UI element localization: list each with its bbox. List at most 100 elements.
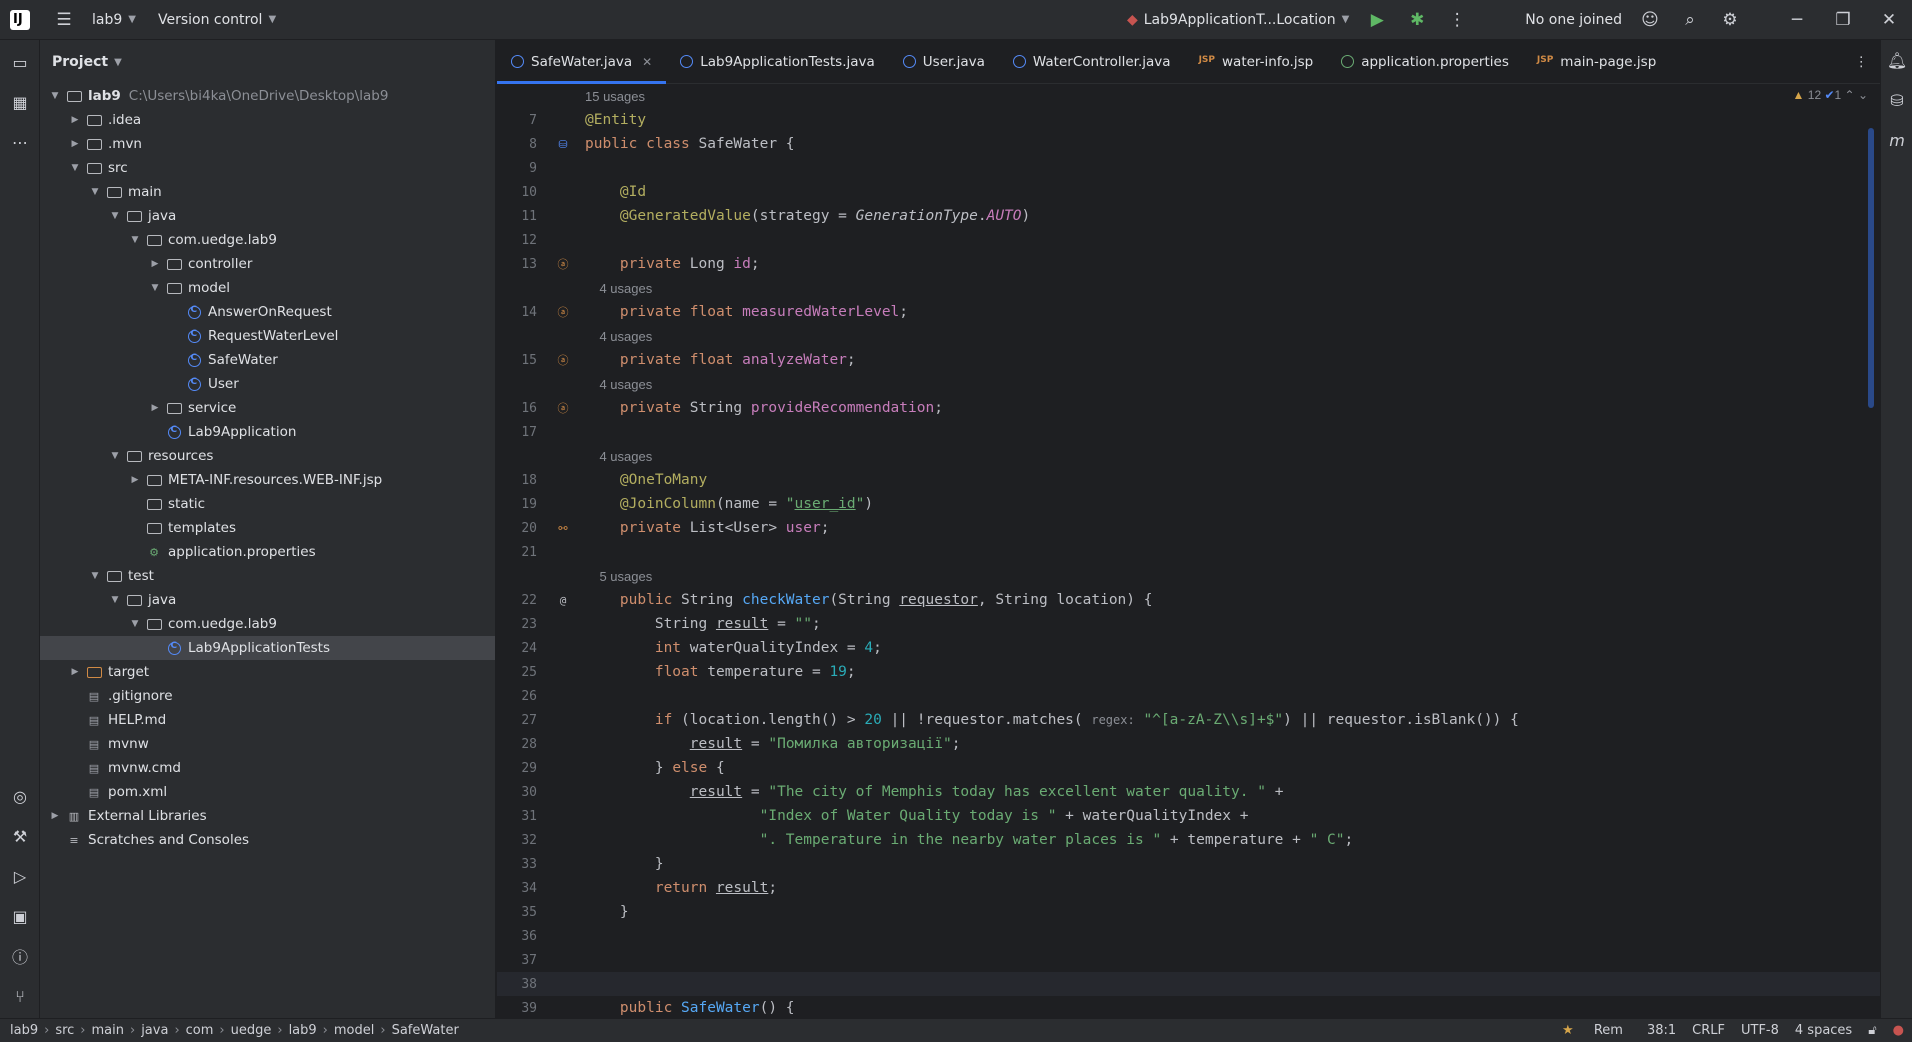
database-icon[interactable]: ⛁ (1881, 80, 1912, 120)
editor-scrollbar[interactable] (1868, 128, 1874, 408)
breadcrumb-item[interactable]: src (55, 1023, 74, 1038)
maven-icon[interactable]: m (1881, 120, 1912, 160)
tree-item[interactable]: Lab9Application (40, 420, 495, 444)
code-with-me-button[interactable]: No one joined (1517, 6, 1630, 34)
close-window-icon[interactable]: ✕ (1866, 0, 1912, 40)
git-icon[interactable]: ⑂ (0, 976, 40, 1016)
tree-item[interactable]: ▤ mvnw.cmd (40, 756, 495, 780)
tree-item[interactable]: ▼ com.uedge.lab9 (40, 228, 495, 252)
tree-item[interactable]: ▶ controller (40, 252, 495, 276)
problems-icon[interactable]: ⓘ (0, 936, 40, 976)
tree-item[interactable]: User (40, 372, 495, 396)
chevron-down-icon[interactable]: ▼ (88, 187, 102, 197)
tree-item[interactable]: ▤ .gitignore (40, 684, 495, 708)
caret-position[interactable]: 38:1 (1647, 1023, 1676, 1038)
chevron-down-icon[interactable]: ▼ (108, 451, 122, 461)
project-tool-icon[interactable]: ▭ (0, 42, 40, 82)
build-icon[interactable]: ⚒ (0, 816, 40, 856)
error-indicator-icon[interactable]: ● (1893, 1023, 1904, 1038)
breadcrumb-item[interactable]: lab9 (289, 1023, 317, 1038)
tree-item[interactable]: templates (40, 516, 495, 540)
editor-tab[interactable]: application.properties (1327, 40, 1523, 83)
tree-item[interactable]: ▤ mvnw (40, 732, 495, 756)
chevron-right-icon[interactable]: ▶ (128, 475, 142, 485)
chevron-down-icon[interactable]: ▼ (128, 235, 142, 245)
breadcrumb-item[interactable]: lab9 (10, 1023, 38, 1038)
settings-gear-icon[interactable]: ⚙ (1710, 0, 1750, 40)
chevron-right-icon[interactable]: ▶ (148, 259, 162, 269)
tree-item[interactable]: ▼ model (40, 276, 495, 300)
main-menu-icon[interactable]: ☰ (44, 0, 84, 40)
editor-tab[interactable]: WaterController.java (999, 40, 1185, 83)
lock-icon[interactable]: 🔓︎ (1868, 1023, 1876, 1038)
inspection-widget[interactable]: ▲ 12 ✔1 ⌃ ⌄ (1793, 88, 1868, 102)
editor-tab[interactable]: SafeWater.java ✕ (497, 40, 667, 84)
chevron-down-icon[interactable]: ▼ (148, 283, 162, 293)
breadcrumb-item[interactable]: SafeWater (392, 1023, 459, 1038)
vcs-menu[interactable]: Version control ▼ (150, 6, 284, 34)
indent-setting[interactable]: 4 spaces (1795, 1023, 1852, 1038)
tree-item[interactable]: ▤ pom.xml (40, 780, 495, 804)
chevron-right-icon[interactable]: ▶ (48, 811, 62, 821)
tree-item[interactable]: static (40, 492, 495, 516)
tree-item[interactable]: ⚙ application.properties (40, 540, 495, 564)
run-icon[interactable]: ▶ (1357, 0, 1397, 40)
structure-tool-icon[interactable]: ▦ (0, 82, 40, 122)
minimize-window-icon[interactable]: ─ (1774, 0, 1820, 40)
breadcrumb-item[interactable]: com (186, 1023, 214, 1038)
run-config-selector[interactable]: ◆ Lab9ApplicationT...Location ▼ (1119, 12, 1357, 28)
more-tools-icon[interactable]: ⋯ (0, 122, 40, 162)
run-tool-icon[interactable]: ▷ (0, 856, 40, 896)
editor-tab[interactable]: JSP water-info.jsp (1185, 40, 1328, 83)
tree-item[interactable]: ▶ .mvn (40, 132, 495, 156)
tree-item[interactable]: ▼ java (40, 588, 495, 612)
chevron-right-icon[interactable]: ▶ (148, 403, 162, 413)
tree-item[interactable]: ▼ main (40, 180, 495, 204)
notifications-icon[interactable]: 🔔︎ (1881, 40, 1912, 80)
breadcrumb-item[interactable]: uedge (231, 1023, 272, 1038)
tree-item[interactable]: SafeWater (40, 348, 495, 372)
tabs-more-icon[interactable]: ⋮ (1843, 40, 1881, 83)
project-switcher[interactable]: lab9 ▼ (84, 6, 144, 34)
chevron-right-icon[interactable]: ▶ (68, 667, 82, 677)
tree-item[interactable]: ▼ test (40, 564, 495, 588)
chevron-down-icon[interactable]: ▼ (108, 595, 122, 605)
breadcrumb-item[interactable]: model (334, 1023, 374, 1038)
chevron-down-icon[interactable]: ▼ (88, 571, 102, 581)
tree-item[interactable]: Lab9ApplicationTests (40, 636, 495, 660)
more-actions-icon[interactable]: ⋮ (1437, 0, 1477, 40)
chevron-right-icon[interactable]: ▶ (68, 115, 82, 125)
chevron-down-icon[interactable]: ▼ (108, 211, 122, 221)
tree-item[interactable]: ▼ resources (40, 444, 495, 468)
restore-window-icon[interactable]: ❐ (1820, 0, 1866, 40)
breadcrumb-item[interactable]: main (92, 1023, 124, 1038)
chevron-right-icon[interactable]: ▶ (68, 139, 82, 149)
editor-tab[interactable]: JSP main-page.jsp (1523, 40, 1670, 83)
chevron-down-icon[interactable]: ▼ (68, 163, 82, 173)
breadcrumb-item[interactable]: java (141, 1023, 168, 1038)
tree-item[interactable]: ▼ lab9 C:\Users\bi4ka\OneDrive\Desktop\lab… (40, 84, 495, 108)
chevron-down-icon[interactable]: ▼ (128, 619, 142, 629)
debug-icon[interactable]: ✱ (1397, 0, 1437, 40)
tree-item[interactable]: ≡ Scratches and Consoles (40, 828, 495, 852)
tree-item[interactable]: ▶ target (40, 660, 495, 684)
editor-tab[interactable]: User.java (889, 40, 999, 83)
file-encoding[interactable]: UTF-8 (1741, 1023, 1779, 1038)
terminal-icon[interactable]: ▣ (0, 896, 40, 936)
add-user-icon[interactable]: ☺ (1630, 0, 1670, 40)
tree-item[interactable]: ▶ service (40, 396, 495, 420)
tree-item[interactable]: RequestWaterLevel (40, 324, 495, 348)
tree-item[interactable]: ▼ java (40, 204, 495, 228)
editor-tab[interactable]: Lab9ApplicationTests.java (666, 40, 889, 83)
line-separator[interactable]: CRLF (1692, 1023, 1725, 1038)
services-icon[interactable]: ◎ (0, 776, 40, 816)
project-panel-header[interactable]: Project ▼ (40, 40, 495, 84)
close-tab-icon[interactable]: ✕ (642, 55, 652, 69)
search-icon[interactable]: ⌕ (1670, 0, 1710, 40)
rem-widget[interactable]: ★ Rem (1554, 1023, 1631, 1038)
tree-item[interactable]: ▤ HELP.md (40, 708, 495, 732)
tree-item[interactable]: ▼ src (40, 156, 495, 180)
tree-item[interactable]: AnswerOnRequest (40, 300, 495, 324)
chevron-down-icon[interactable]: ▼ (48, 91, 62, 101)
tree-item[interactable]: ▼ com.uedge.lab9 (40, 612, 495, 636)
